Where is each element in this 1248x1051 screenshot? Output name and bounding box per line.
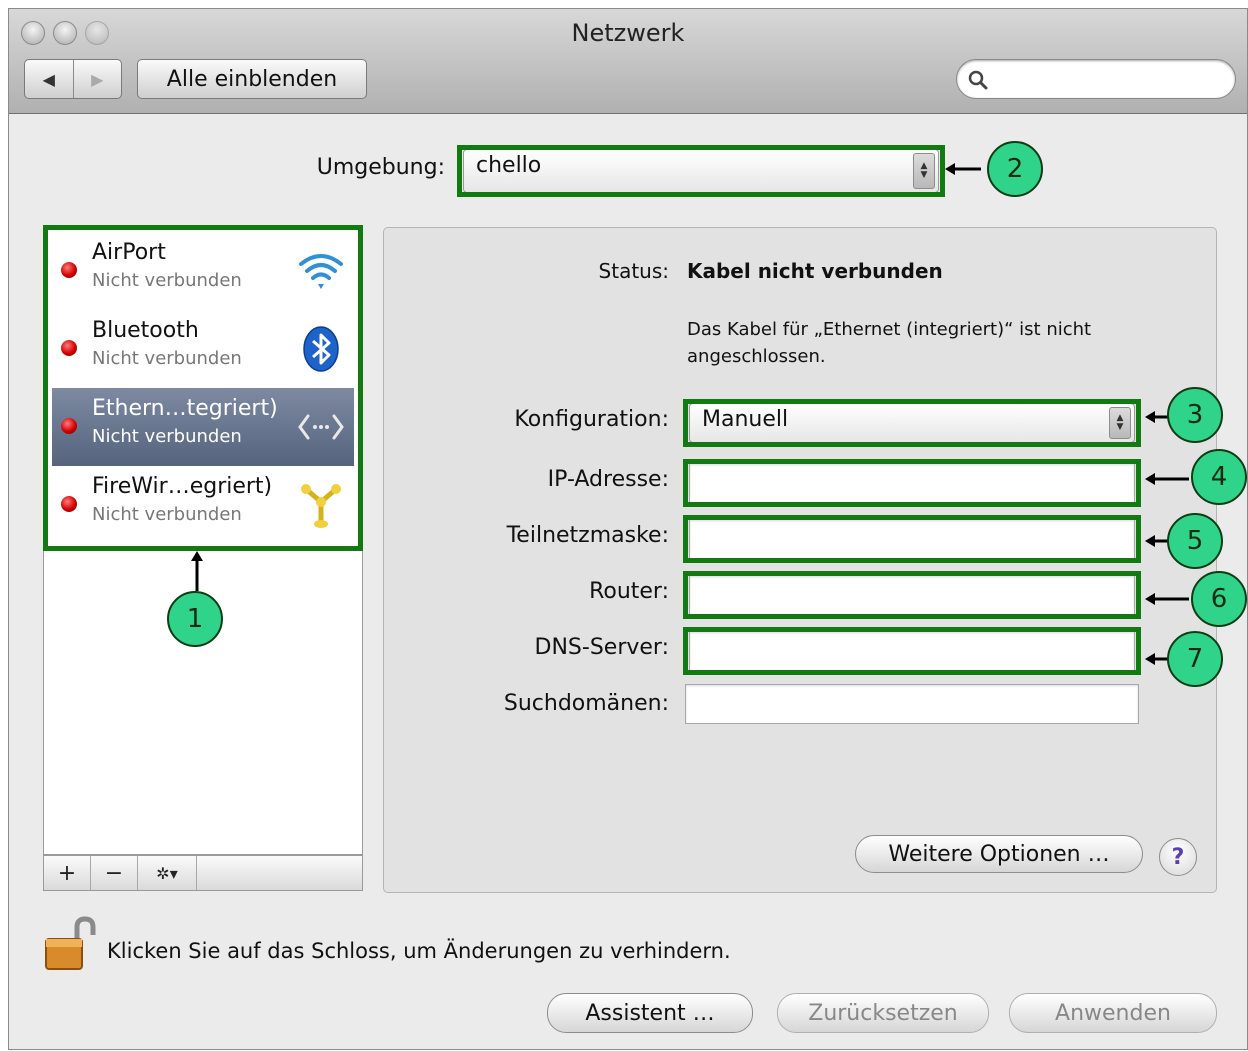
apply-button[interactable]: Anwenden bbox=[1009, 993, 1217, 1033]
status-description-line1: Das Kabel für „Ethernet (integriert)“ is… bbox=[687, 319, 1092, 340]
status-label: Status: bbox=[598, 259, 669, 283]
revert-button[interactable]: Zurücksetzen bbox=[777, 993, 989, 1033]
service-actions-gear-icon[interactable]: ✲▾ bbox=[138, 856, 197, 890]
service-list-toolbar: + − ✲▾ bbox=[43, 855, 363, 891]
highlight-box-services bbox=[43, 225, 363, 551]
callout-4: 4 bbox=[1191, 449, 1247, 505]
show-all-button[interactable]: Alle einblenden bbox=[137, 59, 367, 99]
back-button[interactable]: ◀ bbox=[25, 60, 73, 98]
search-domains-field[interactable] bbox=[685, 684, 1139, 724]
highlight-box-subnet-mask bbox=[683, 515, 1141, 563]
location-label: Umgebung: bbox=[316, 155, 445, 180]
remove-service-button[interactable]: − bbox=[91, 856, 138, 890]
network-preferences-window: Netzwerk ◀ ▶ Alle einblenden Umgebung: c… bbox=[8, 8, 1248, 1050]
callout-6: 6 bbox=[1191, 571, 1247, 627]
lock-message: Klicken Sie auf das Schloss, um Änderung… bbox=[107, 939, 731, 963]
help-button[interactable]: ? bbox=[1159, 838, 1197, 876]
assistant-button[interactable]: Assistent … bbox=[547, 993, 753, 1033]
more-options-button[interactable]: Weitere Optionen … bbox=[855, 835, 1143, 873]
highlight-box-location bbox=[457, 145, 945, 197]
search-field[interactable] bbox=[956, 59, 1236, 99]
ip-address-label: IP-Adresse: bbox=[547, 467, 669, 492]
search-icon bbox=[968, 70, 988, 90]
highlight-box-dns-server bbox=[683, 627, 1141, 675]
lock-icon[interactable] bbox=[43, 915, 99, 973]
subnet-mask-label: Teilnetzmaske: bbox=[506, 523, 669, 548]
forward-button[interactable]: ▶ bbox=[72, 60, 122, 98]
configuration-label: Konfiguration: bbox=[514, 407, 669, 432]
highlight-box-configuration bbox=[683, 399, 1141, 447]
search-domains-label: Suchdomänen: bbox=[503, 691, 669, 716]
callout-7: 7 bbox=[1167, 631, 1223, 687]
status-value: Kabel nicht verbunden bbox=[687, 259, 943, 283]
title-bar: Netzwerk ◀ ▶ Alle einblenden bbox=[9, 9, 1247, 114]
router-label: Router: bbox=[589, 579, 669, 604]
add-service-button[interactable]: + bbox=[44, 856, 91, 890]
callout-5: 5 bbox=[1167, 513, 1223, 569]
callout-3: 3 bbox=[1167, 387, 1223, 443]
callout-2: 2 bbox=[987, 141, 1043, 197]
callout-1: 1 bbox=[167, 591, 223, 647]
status-description-line2: angeschlossen. bbox=[687, 346, 826, 367]
window-title: Netzwerk bbox=[571, 19, 685, 47]
highlight-box-ip-address bbox=[683, 459, 1141, 507]
navigation-buttons: ◀ ▶ bbox=[24, 59, 122, 99]
highlight-box-router bbox=[683, 571, 1141, 619]
dns-server-label: DNS-Server: bbox=[534, 635, 669, 660]
